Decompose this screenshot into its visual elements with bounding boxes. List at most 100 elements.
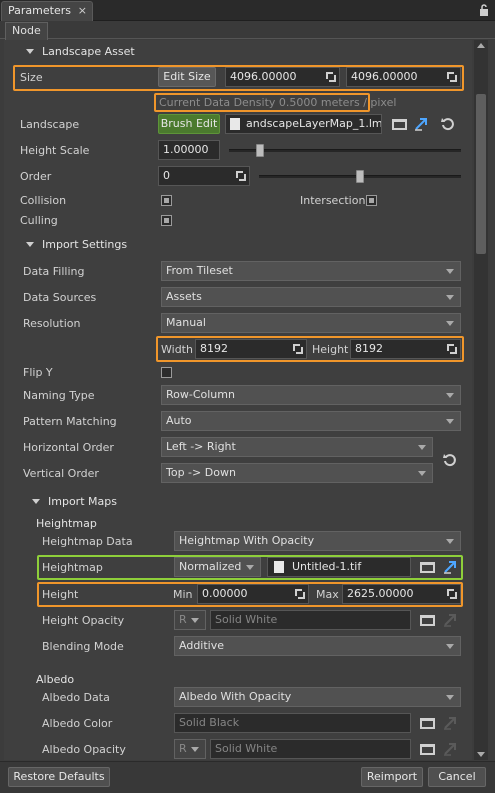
arrow-upload-icon[interactable] — [443, 742, 457, 756]
brush-edit-button[interactable]: Brush Edit — [158, 114, 220, 134]
collision-checkbox[interactable] — [161, 195, 172, 206]
arrow-upload-icon[interactable] — [443, 560, 457, 574]
section-import-settings[interactable]: Import Settings — [26, 238, 127, 256]
flip-y-row: Flip Y — [4, 362, 472, 384]
resolution-select[interactable]: Manual — [161, 313, 461, 333]
reimport-button[interactable]: Reimport — [361, 767, 423, 787]
pattern-matching-row: Pattern Matching Auto — [4, 411, 472, 433]
flip-y-checkbox[interactable] — [161, 367, 172, 378]
blending-mode-label: Blending Mode — [42, 640, 124, 653]
cancel-button[interactable]: Cancel — [428, 767, 486, 787]
dropdown-arrow-icon — [191, 747, 199, 752]
order-slider-knob[interactable] — [356, 170, 364, 183]
min-field[interactable]: 0.00000 — [197, 584, 309, 604]
section-label: Import Settings — [42, 238, 128, 251]
max-field[interactable]: 2625.00000 — [342, 584, 461, 604]
scroll-up-arrow-icon[interactable] — [477, 43, 485, 48]
folder-icon[interactable] — [392, 119, 407, 130]
dropdown-arrow-icon — [446, 393, 454, 398]
dropdown-arrow-icon — [191, 618, 199, 623]
culling-label: Culling — [20, 214, 58, 227]
order-label: Order — [20, 170, 52, 183]
collapse-triangle-icon — [26, 48, 34, 54]
albedo-data-value: Albedo With Opacity — [179, 690, 292, 703]
order-field[interactable]: 0 — [158, 166, 250, 186]
heightmap-data-select[interactable]: Heightmap With Opacity — [174, 531, 461, 551]
arrow-upload-icon[interactable] — [443, 613, 457, 627]
drag-handle-icon[interactable] — [295, 589, 305, 599]
height-opacity-label: Height Opacity — [42, 614, 125, 627]
reset-icon[interactable] — [443, 453, 457, 467]
tab-node[interactable]: Node — [5, 22, 48, 40]
close-icon[interactable]: × — [78, 2, 87, 20]
edit-size-button[interactable]: Edit Size — [158, 67, 216, 87]
lock-icon[interactable] — [479, 4, 489, 16]
collapse-triangle-icon — [32, 498, 40, 504]
drag-handle-icon[interactable] — [293, 344, 303, 354]
size-x-field[interactable]: 4096.00000 — [225, 67, 340, 87]
width-field[interactable]: 8192 — [195, 339, 307, 359]
order-row: Order 0 — [4, 166, 472, 188]
collision-row: Collision Intersection — [4, 190, 472, 212]
height-opacity-texture-field[interactable]: Solid White — [210, 610, 411, 630]
vertical-scrollbar[interactable] — [474, 40, 488, 760]
dropdown-arrow-icon — [446, 321, 454, 326]
scrollbar-thumb[interactable] — [476, 94, 486, 254]
heightmap-data-row: Heightmap Data Heightmap With Opacity — [4, 531, 472, 553]
tab-parameters[interactable]: Parameters × — [1, 1, 93, 21]
restore-defaults-button[interactable]: Restore Defaults — [8, 767, 110, 787]
min-value: 0.00000 — [202, 587, 248, 600]
size-row: Size Edit Size 4096.00000 4096.00000 — [4, 67, 472, 89]
height-scale-row: Height Scale 1.00000 — [4, 140, 472, 162]
drag-handle-icon[interactable] — [326, 72, 336, 82]
flip-y-label: Flip Y — [23, 366, 53, 379]
albedo-opacity-texture-field[interactable]: Solid White — [210, 739, 411, 759]
intersection-checkbox[interactable] — [366, 195, 377, 206]
landscape-file-field[interactable]: andscapeLayerMap_1.lmap — [225, 114, 382, 134]
data-sources-select[interactable]: Assets — [161, 287, 461, 307]
albedo-data-select[interactable]: Albedo With Opacity — [174, 687, 461, 707]
height-scale-field[interactable]: 1.00000 — [158, 140, 220, 160]
dropdown-arrow-icon — [418, 445, 426, 450]
drag-handle-icon[interactable] — [447, 344, 457, 354]
data-filling-select[interactable]: From Tileset — [161, 261, 461, 281]
heightmap-file-field[interactable]: Untitled-1.tif — [267, 557, 411, 577]
drag-handle-icon[interactable] — [236, 171, 246, 181]
heightmap-row: Heightmap Normalized Untitled-1.tif — [4, 557, 472, 579]
vertical-order-select[interactable]: Top -> Down — [161, 463, 433, 483]
width-label: Width — [161, 343, 193, 356]
height-scale-slider-knob[interactable] — [255, 144, 264, 157]
naming-type-select[interactable]: Row-Column — [161, 385, 461, 405]
section-landscape-asset[interactable]: Landscape Asset — [26, 45, 135, 63]
albedo-data-row: Albedo Data Albedo With Opacity — [4, 687, 472, 709]
drag-handle-icon[interactable] — [447, 72, 457, 82]
collision-label: Collision — [20, 194, 67, 207]
albedo-color-texture-field[interactable]: Solid Black — [174, 713, 411, 733]
heightmap-label: Heightmap — [42, 561, 103, 574]
arrow-upload-icon[interactable] — [443, 716, 457, 730]
albedo-opacity-channel: R — [179, 742, 187, 755]
height-field[interactable]: 8192 — [350, 339, 461, 359]
arrow-upload-icon[interactable] — [414, 117, 428, 131]
height-opacity-channel-select[interactable]: R — [174, 610, 206, 630]
drag-handle-icon[interactable] — [447, 589, 457, 599]
reset-icon[interactable] — [441, 117, 455, 131]
folder-icon[interactable] — [420, 615, 435, 626]
culling-checkbox[interactable] — [161, 215, 172, 226]
height-value: 8192 — [355, 342, 383, 355]
landscape-label: Landscape — [20, 118, 80, 131]
albedo-opacity-row: Albedo Opacity R Solid White — [4, 739, 472, 760]
heightmap-data-label: Heightmap Data — [42, 535, 133, 548]
scroll-down-arrow-icon[interactable] — [477, 752, 485, 757]
horizontal-order-select[interactable]: Left -> Right — [161, 437, 433, 457]
folder-icon[interactable] — [420, 744, 435, 755]
albedo-data-label: Albedo Data — [42, 691, 110, 704]
folder-icon[interactable] — [420, 562, 435, 573]
blending-mode-select[interactable]: Additive — [174, 636, 461, 656]
size-y-field[interactable]: 4096.00000 — [346, 67, 461, 87]
pattern-matching-select[interactable]: Auto — [161, 411, 461, 431]
albedo-opacity-channel-select[interactable]: R — [174, 739, 206, 759]
heightmap-mode-select[interactable]: Normalized — [174, 557, 261, 577]
folder-icon[interactable] — [420, 718, 435, 729]
section-import-maps[interactable]: Import Maps — [32, 495, 117, 513]
